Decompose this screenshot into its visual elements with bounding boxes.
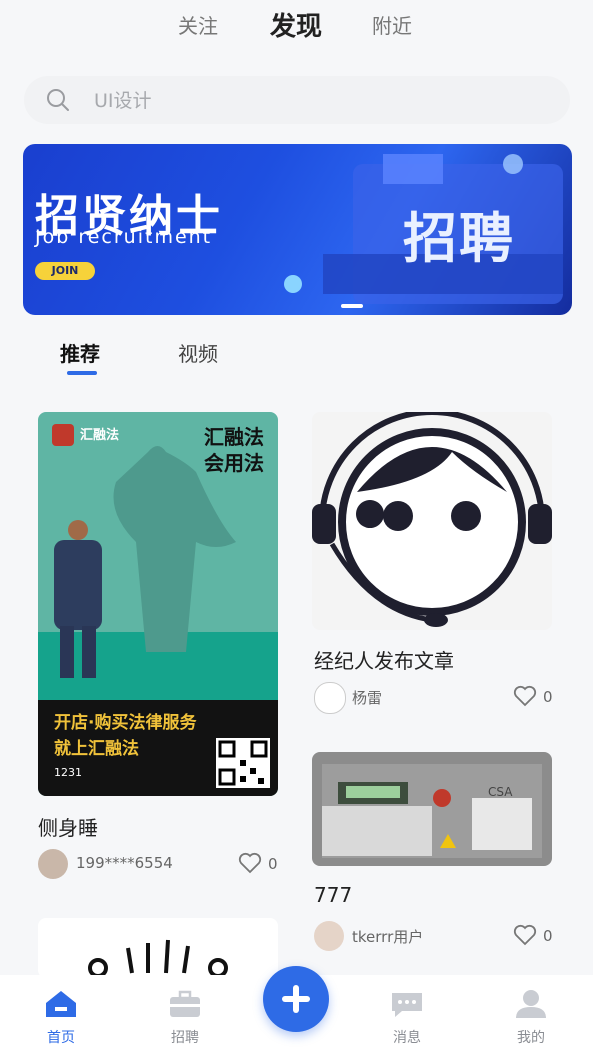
- poster-brand: 汇融法: [80, 428, 120, 443]
- tab-video[interactable]: 视频: [178, 338, 218, 367]
- nav-label: 消息: [393, 1030, 421, 1046]
- message-icon: [392, 993, 422, 1017]
- create-post-button[interactable]: [263, 966, 329, 1032]
- post-image-graphic: [88, 939, 228, 978]
- avatar: [314, 921, 344, 951]
- poster-slogan: 汇融法 会用法: [188, 424, 264, 476]
- carousel-indicator: [341, 304, 363, 308]
- poster-user: 1231: [54, 766, 82, 779]
- heart-icon: [513, 685, 537, 707]
- like-count: 0: [543, 927, 553, 945]
- poster-promo-line1: 开店·购买法律服务: [54, 713, 197, 733]
- poster-promo: 开店·购买法律服务 就上汇融法: [54, 710, 196, 762]
- join-button[interactable]: JOIN: [35, 262, 95, 280]
- recruitment-banner[interactable]: 招贤纳士 Job recruitment JOIN 招聘: [23, 144, 572, 315]
- nav-profile[interactable]: 我的: [496, 987, 566, 1046]
- search-input[interactable]: [92, 85, 536, 117]
- like-button[interactable]: 0: [238, 849, 288, 879]
- like-button[interactable]: 0: [513, 921, 563, 951]
- avatar: [38, 849, 68, 879]
- nav-label: 首页: [47, 1030, 75, 1046]
- nav-label: 我的: [517, 1030, 545, 1046]
- poster-promo-line2: 就上汇融法: [54, 739, 139, 759]
- avatar: [314, 682, 346, 714]
- nav-recruit[interactable]: 招聘: [150, 987, 220, 1046]
- briefcase-icon: [170, 990, 200, 1017]
- plus-icon: [282, 985, 310, 1013]
- search-icon: [47, 89, 69, 111]
- author-name: tkerrr用户: [352, 928, 424, 946]
- home-icon: [46, 991, 76, 1017]
- post-card-image[interactable]: [38, 918, 278, 978]
- nav-messages[interactable]: 消息: [372, 987, 442, 1046]
- like-count: 0: [268, 855, 278, 873]
- user-icon: [516, 990, 546, 1018]
- post-title[interactable]: 侧身睡: [38, 812, 98, 841]
- svg-text:CSA: CSA: [488, 785, 513, 799]
- poster-slogan-line1: 汇融法: [204, 425, 264, 449]
- post-author[interactable]: 杨雷: [314, 682, 494, 714]
- post-title[interactable]: 经纪人发布文章: [314, 645, 454, 674]
- post-card-image[interactable]: [312, 412, 552, 630]
- top-tab-bar: 关注 发现 附近: [0, 0, 593, 50]
- nav-home[interactable]: 首页: [26, 987, 96, 1046]
- tab-discover[interactable]: 发现: [270, 6, 322, 43]
- banner-side-text: 招聘: [403, 207, 515, 270]
- tab-nearby[interactable]: 附近: [372, 10, 412, 39]
- post-card-image[interactable]: 汇融法 汇融法 会用法 开店·购买法律服务 就上汇融法 1231: [38, 412, 278, 796]
- nav-label: 招聘: [171, 1030, 199, 1046]
- active-tab-indicator: [67, 371, 97, 375]
- post-title[interactable]: 777: [314, 883, 352, 907]
- poster-footer: 开店·购买法律服务 就上汇融法 1231: [38, 700, 278, 796]
- heart-icon: [238, 852, 262, 874]
- search-bar[interactable]: [24, 76, 570, 124]
- heart-icon: [513, 924, 537, 946]
- poster-slogan-line2: 会用法: [204, 451, 264, 475]
- tab-follow[interactable]: 关注: [178, 10, 218, 39]
- like-count: 0: [543, 688, 553, 706]
- post-author[interactable]: tkerrr用户: [314, 921, 494, 951]
- banner-subtitle: Job recruitment: [35, 226, 213, 248]
- author-name: 199****6554: [76, 854, 173, 872]
- post-card-image[interactable]: CSA: [312, 752, 552, 866]
- qr-code-icon: [216, 738, 270, 788]
- post-author[interactable]: 199****6554: [38, 849, 218, 879]
- tab-recommend[interactable]: 推荐: [60, 338, 100, 367]
- brand-logo-icon: [52, 424, 74, 446]
- like-button[interactable]: 0: [513, 682, 563, 712]
- post-image-graphic: CSA: [322, 764, 542, 858]
- author-name: 杨雷: [352, 689, 383, 707]
- headset-avatar-icon: [312, 412, 552, 627]
